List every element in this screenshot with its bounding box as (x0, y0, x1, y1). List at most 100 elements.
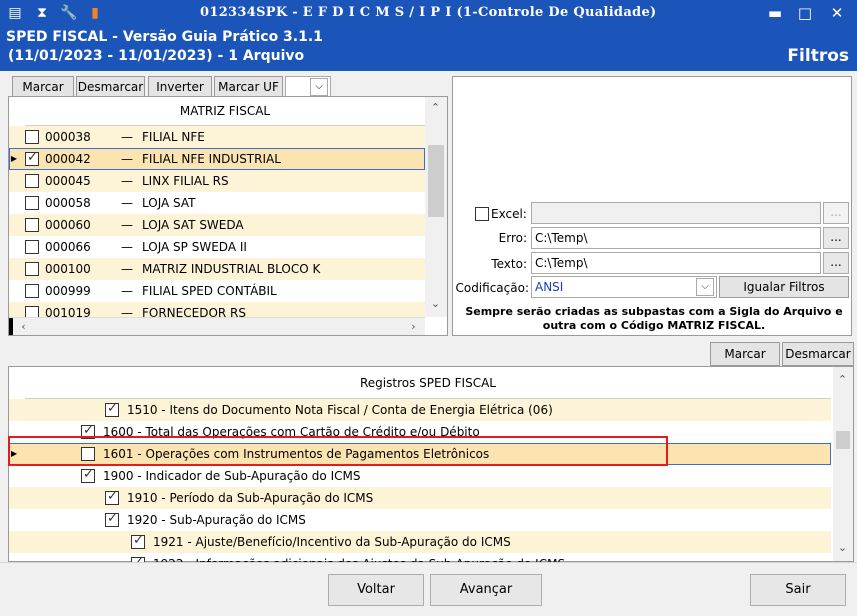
row-checkbox[interactable] (25, 130, 39, 144)
scroll-thumb[interactable] (836, 431, 850, 449)
marcar-button[interactable]: Marcar (12, 76, 74, 98)
texto-path-input[interactable]: C:\Temp\ (531, 252, 821, 274)
row-checkbox[interactable] (25, 196, 39, 210)
version-title: SPED FISCAL - Versão Guia Prático 3.1.1 (6, 29, 323, 45)
row-checkbox[interactable] (25, 284, 39, 298)
wrench-icon[interactable]: 🔧 (60, 4, 78, 22)
scroll-left-icon[interactable]: ‹ (15, 318, 32, 335)
registro-label: 1900 - Indicador de Sub-Apuração do ICMS (103, 469, 361, 483)
matriz-row[interactable]: 000100 — MATRIZ INDUSTRIAL BLOCO K (9, 258, 425, 280)
reg-desmarcar-button[interactable]: Desmarcar (782, 342, 854, 366)
codificacao-select[interactable]: ANSI ⌵ (531, 276, 717, 298)
voltar-button[interactable]: Voltar (328, 574, 424, 606)
matriz-hscroll[interactable]: ‹ › (9, 317, 425, 335)
row-checkbox[interactable] (25, 262, 39, 276)
registro-checkbox[interactable]: ✓ (105, 489, 119, 505)
uf-select[interactable]: ⌵ (285, 76, 331, 98)
registro-checkbox[interactable]: ✓ (131, 533, 145, 549)
matriz-row[interactable]: 000066 — LOJA SP SWEDA II (9, 236, 425, 258)
desmarcar-button[interactable]: Desmarcar (76, 76, 145, 98)
window-title: 012334SPK - E F D I C M S / I P I (1-Con… (200, 5, 657, 20)
matriz-separator: — (121, 218, 133, 232)
tree-icon[interactable]: ⧗ (33, 4, 51, 22)
scroll-up-icon[interactable]: ⌃ (427, 99, 444, 116)
title-bar: ▤ ⧗ 🔧 ▮ 012334SPK - E F D I C M S / I P … (0, 0, 857, 26)
matriz-vscroll[interactable]: ⌃ ⌄ (425, 97, 447, 317)
matriz-row[interactable]: 000060 — LOJA SAT SWEDA (9, 214, 425, 236)
matriz-row[interactable]: ▶ ✓ 000042 — FILIAL NFE INDUSTRIAL (9, 148, 425, 170)
matriz-name: FILIAL SPED CONTÁBIL (142, 284, 277, 298)
registros-header: Registros SPED FISCAL (25, 367, 831, 399)
close-button[interactable]: ✕ (822, 2, 852, 24)
excel-browse-button[interactable]: ... (823, 202, 849, 224)
matriz-row[interactable]: 000045 — LINX FILIAL RS (9, 170, 425, 192)
igualar-filtros-button[interactable]: Igualar Filtros (719, 276, 849, 298)
check-icon: ✓ (133, 533, 144, 548)
sair-button[interactable]: Sair (750, 574, 846, 606)
registro-row[interactable]: ✓ 1510 - Itens do Documento Nota Fiscal /… (9, 399, 831, 421)
row-checkbox[interactable]: ✓ (25, 150, 39, 166)
marcar-uf-button[interactable]: Marcar UF (214, 76, 283, 98)
registro-row[interactable]: ✓ 1921 - Ajuste/Benefício/Incentivo da Su… (9, 531, 831, 553)
matriz-name: LOJA SP SWEDA II (142, 240, 247, 254)
output-panel: Excel: ... Erro: C:\Temp\ ... Texto: C:\… (452, 76, 852, 336)
matriz-name: FILIAL NFE INDUSTRIAL (142, 152, 281, 166)
period-title: (11/01/2023 - 11/01/2023) - 1 Arquivo (8, 48, 305, 64)
avancar-button[interactable]: Avançar (430, 574, 542, 606)
registro-row[interactable]: ✓ 1900 - Indicador de Sub-Apuração do ICM… (9, 465, 831, 487)
scroll-down-icon[interactable]: ⌄ (834, 539, 851, 556)
matriz-code: 000999 (45, 284, 91, 298)
matriz-row[interactable]: 000999 — FILIAL SPED CONTÁBIL (9, 280, 425, 302)
excel-path-input[interactable] (531, 202, 821, 224)
minimize-button[interactable]: ▬ (760, 2, 790, 24)
excel-label: Excel: (491, 207, 527, 221)
matriz-separator: — (121, 196, 133, 210)
registro-label: 1910 - Período da Sub-Apuração do ICMS (127, 491, 374, 505)
scroll-down-icon[interactable]: ⌄ (427, 295, 444, 312)
erro-path-input[interactable]: C:\Temp\ (531, 227, 821, 249)
check-icon: ✓ (83, 467, 94, 482)
matriz-grid: MATRIZ FISCAL 000038 — FILIAL NFE ▶ ✓ 000042 —… (8, 96, 448, 336)
highlight-box (8, 436, 668, 466)
scroll-thumb[interactable] (428, 145, 444, 217)
scroll-up-icon[interactable]: ⌃ (834, 371, 851, 388)
inverter-button[interactable]: Inverter (148, 76, 212, 98)
book-icon[interactable]: ▮ (86, 4, 104, 22)
texto-browse-button[interactable]: ... (823, 252, 849, 274)
texto-label: Texto: (491, 257, 527, 271)
registro-row[interactable]: ✓ 1920 - Sub-Apuração do ICMS (9, 509, 831, 531)
matriz-header: MATRIZ FISCAL (25, 97, 425, 126)
matriz-name: LOJA SAT SWEDA (142, 218, 244, 232)
matriz-separator: — (121, 130, 133, 144)
registro-row[interactable]: ✓ 1910 - Período da Sub-Apuração do ICMS (9, 487, 831, 509)
registro-checkbox[interactable]: ✓ (105, 511, 119, 527)
row-checkbox[interactable] (25, 174, 39, 188)
matriz-code: 000058 (45, 196, 91, 210)
matriz-separator: — (121, 262, 133, 276)
footer-bar (0, 562, 857, 616)
check-icon: ✓ (27, 150, 38, 165)
excel-checkbox[interactable] (475, 207, 489, 221)
matriz-separator: — (121, 174, 133, 188)
matriz-code: 000100 (45, 262, 91, 276)
matriz-row[interactable]: 000058 — LOJA SAT (9, 192, 425, 214)
matriz-code: 000042 (45, 152, 91, 166)
scroll-right-icon[interactable]: › (405, 318, 422, 335)
menu-icon[interactable]: ▤ (6, 4, 24, 22)
row-checkbox[interactable] (25, 240, 39, 254)
chevron-down-icon[interactable]: ⌵ (310, 78, 328, 96)
matriz-code: 000060 (45, 218, 91, 232)
matriz-code: 000066 (45, 240, 91, 254)
matriz-row[interactable]: 000038 — FILIAL NFE (9, 126, 425, 148)
registro-checkbox[interactable]: ✓ (81, 467, 95, 483)
registro-checkbox[interactable]: ✓ (105, 401, 119, 417)
chevron-down-icon[interactable]: ⌵ (696, 278, 714, 296)
erro-browse-button[interactable]: ... (823, 227, 849, 249)
subfolder-note: Sempre serão criadas as subpastas com a … (465, 305, 843, 332)
reg-marcar-button[interactable]: Marcar (710, 342, 780, 366)
matriz-separator: — (121, 240, 133, 254)
registros-vscroll[interactable]: ⌃ ⌄ (833, 367, 853, 561)
matriz-separator: — (121, 152, 133, 166)
maximize-button[interactable]: □ (790, 2, 820, 24)
row-checkbox[interactable] (25, 218, 39, 232)
